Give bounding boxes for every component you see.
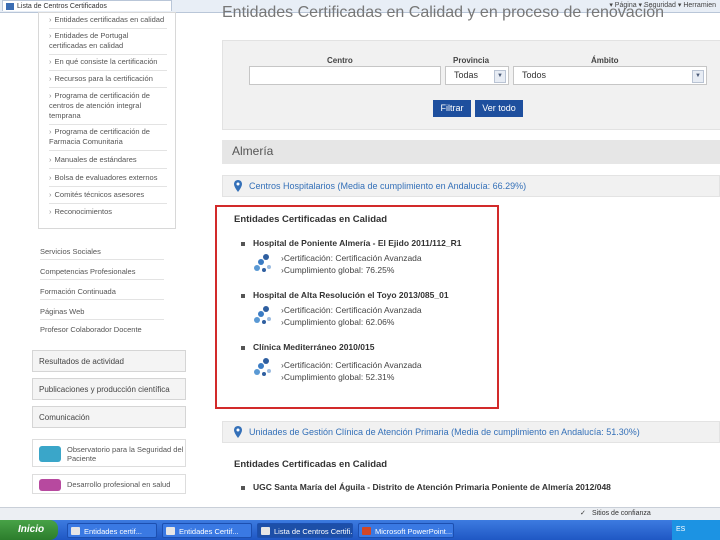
sidebar-subitem[interactable]: › Programa de certificación de centros de… [49, 91, 167, 125]
development-icon [39, 479, 61, 491]
page-title: Entidades Certificadas en Calidad y en p… [222, 4, 665, 21]
folder-icon [71, 527, 80, 535]
highlight-box [215, 205, 499, 409]
chevron-down-icon[interactable]: ▼ [692, 70, 704, 83]
chevron-right-icon: › [49, 207, 52, 216]
province-bar: Almería [222, 140, 720, 164]
filter-button[interactable]: Filtrar [433, 100, 471, 117]
taskbar-window-1[interactable]: Entidades certif... [67, 523, 157, 538]
certified-entities-title: Entidades Certificadas en Calidad [234, 459, 388, 470]
system-tray[interactable]: ES [672, 520, 720, 540]
ambito-select[interactable]: Todos ▼ [513, 66, 707, 85]
tab-title: Lista de Centros Certificados [17, 3, 107, 10]
bullet-icon [241, 485, 245, 490]
start-button[interactable]: Inicio [0, 520, 58, 540]
sidebar-subitem[interactable]: › En qué consiste la certificación [49, 57, 167, 71]
chevron-right-icon: › [49, 190, 52, 199]
chevron-down-icon[interactable]: ▼ [494, 70, 506, 83]
sidebar-box-resultados[interactable]: Resultados de actividad [32, 350, 186, 372]
sidebar: › Entidades certificadas en calidad › Enti… [32, 12, 188, 494]
entity-name[interactable]: UGC Santa María del Águila - Distrito de… [241, 482, 611, 492]
section-header-text: Unidades de Gestión Clínica de Atención … [249, 427, 640, 437]
taskbar-window-2[interactable]: Entidades Certif... [162, 523, 252, 538]
sidebar-subitem[interactable]: › Reconocimientos [49, 207, 167, 220]
sidebar-box-comunicacion[interactable]: Comunicación [32, 406, 186, 428]
sidebar-subitem[interactable]: › Entidades certificadas en calidad [49, 15, 167, 29]
section-header-text: Centros Hospitalarios (Media de cumplimi… [249, 181, 527, 191]
taskbar-window-3[interactable]: Lista de Centros Certifi... [257, 523, 353, 538]
chevron-right-icon: › [49, 57, 52, 66]
browser-tab[interactable]: Lista de Centros Certificados [2, 0, 172, 11]
sidebar-subitem[interactable]: › Entidades de Portugal certificadas en c… [49, 31, 167, 55]
provincia-select[interactable]: Todas ▼ [445, 66, 509, 85]
sidebar-subitem[interactable]: › Programa de certificación de Farmacia C… [49, 127, 167, 151]
checkmark-icon: ✓ [580, 510, 586, 517]
language-indicator[interactable]: ES [676, 526, 685, 533]
sidebar-subitem[interactable]: › Recursos para la certificación [49, 74, 167, 88]
powerpoint-icon [362, 527, 371, 535]
browser-icon [261, 527, 270, 535]
observatory-icon [39, 446, 61, 462]
browser-status-bar: ✓ Sitios de confianza [0, 507, 720, 520]
promo-seguridad-paciente[interactable]: Observatorio para la Seguridad del Pacie… [32, 439, 186, 467]
chevron-right-icon: › [49, 155, 52, 164]
chevron-right-icon: › [49, 127, 52, 136]
map-pin-icon [234, 426, 242, 438]
security-zone: Sitios de confianza [592, 510, 651, 517]
section-header-hospitales[interactable]: Centros Hospitalarios (Media de cumplimi… [222, 175, 720, 197]
centro-label: Centro [327, 56, 353, 65]
map-pin-icon [234, 180, 242, 192]
centro-input[interactable] [249, 66, 441, 85]
promo-desarrollo-profesional[interactable]: Desarrollo profesional en salud [32, 474, 186, 494]
sidebar-item-competencias[interactable]: Competencias Profesionales [40, 267, 164, 280]
chevron-right-icon: › [49, 31, 52, 40]
sidebar-subitem[interactable]: › Comités técnicos asesores [49, 190, 167, 204]
sidebar-submenu: › Entidades certificadas en calidad › Enti… [38, 12, 176, 229]
filter-panel: Centro Provincia Ámbito Todas ▼ Todos ▼ … [222, 40, 720, 130]
page-icon [6, 3, 14, 10]
sidebar-item-profesor[interactable]: Profesor Colaborador Docente [40, 325, 164, 337]
sidebar-subitem[interactable]: › Bolsa de evaluadores externos [49, 173, 167, 187]
sidebar-subitem[interactable]: › Manuales de estándares [49, 155, 167, 169]
sidebar-item-formacion[interactable]: Formación Continuada [40, 287, 164, 300]
sidebar-box-publicaciones[interactable]: Publicaciones y producción científica [32, 378, 186, 400]
section-header-atencion-primaria[interactable]: Unidades de Gestión Clínica de Atención … [222, 421, 720, 443]
taskbar: Inicio Entidades certif... Entidades Cer… [0, 520, 720, 540]
ambito-label: Ámbito [591, 56, 619, 65]
province-name: Almería [232, 144, 274, 158]
chevron-right-icon: › [49, 15, 52, 24]
chevron-right-icon: › [49, 173, 52, 182]
taskbar-window-4[interactable]: Microsoft PowerPoint... [358, 523, 454, 538]
sidebar-item-servicios-sociales[interactable]: Servicios Sociales [40, 247, 164, 260]
view-all-button[interactable]: Ver todo [475, 100, 523, 117]
chevron-right-icon: › [49, 91, 52, 100]
browser-icon [166, 527, 175, 535]
provincia-label: Provincia [453, 56, 490, 65]
sidebar-item-paginas-web[interactable]: Páginas Web [40, 307, 164, 320]
chevron-right-icon: › [49, 74, 52, 83]
